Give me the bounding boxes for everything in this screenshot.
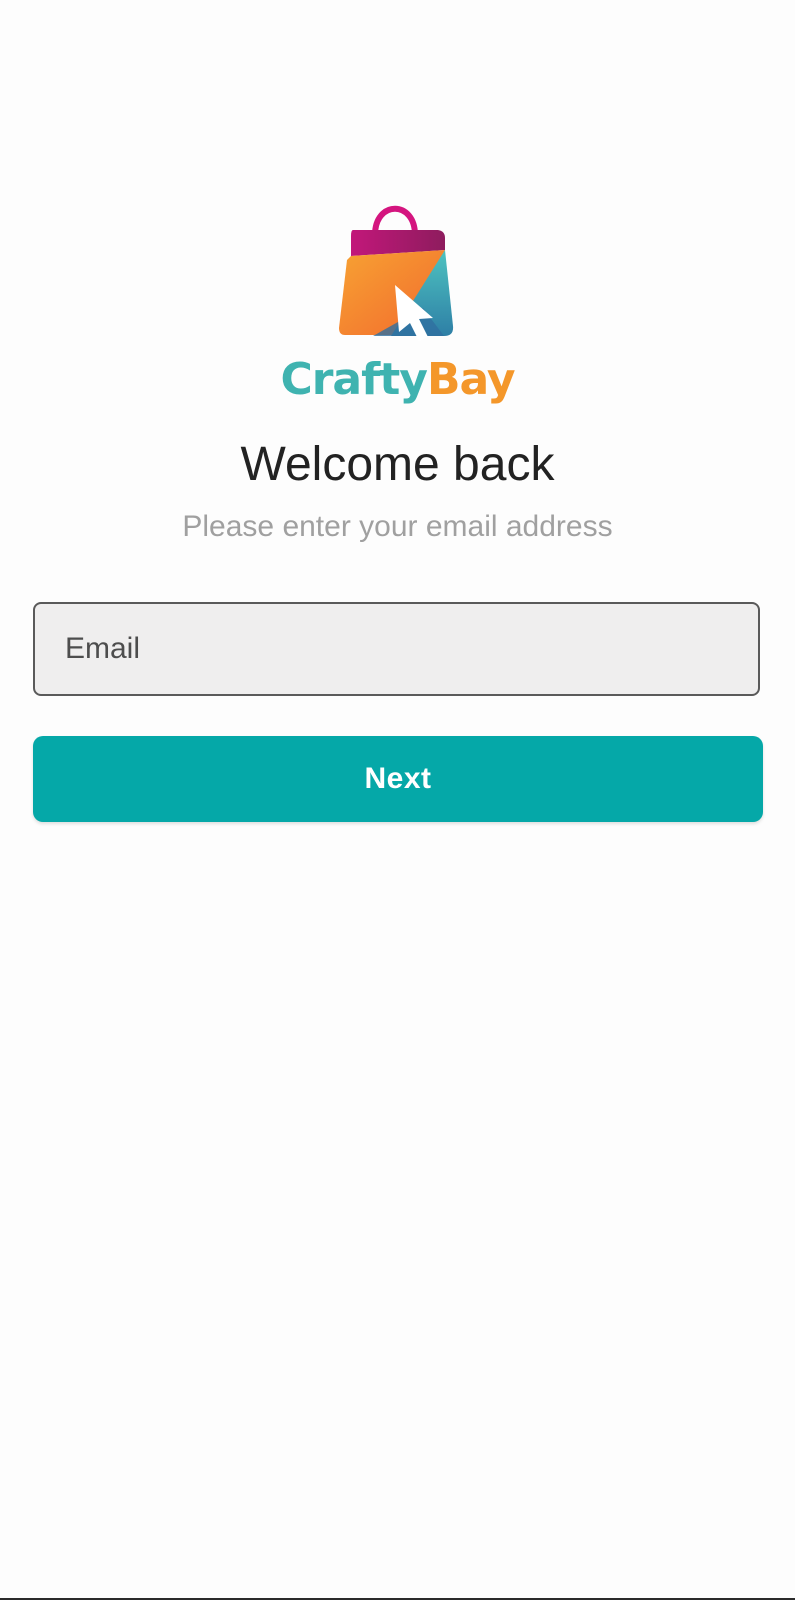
- brand-name-bay: Bay: [426, 354, 516, 405]
- brand-name: CraftyBay: [0, 355, 795, 405]
- brand-name-crafty: Crafty: [280, 354, 428, 405]
- next-button[interactable]: Next: [33, 736, 763, 822]
- page-subtitle: Please enter your email address: [182, 510, 613, 543]
- app-logo: [0, 190, 795, 350]
- email-field[interactable]: [33, 602, 760, 696]
- page-title: Welcome back: [240, 438, 555, 491]
- shopping-bag-cursor-icon: [338, 205, 453, 341]
